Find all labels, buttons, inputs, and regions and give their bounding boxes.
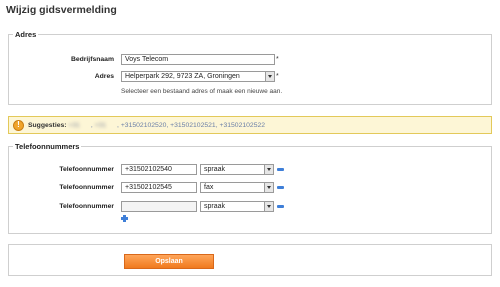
address-required-mark: * [276,73,279,80]
phone-number-input-2[interactable]: +31502102545 [121,182,197,193]
company-required-mark: * [276,56,279,63]
address-select-value: Helperpark 292, 9723 ZA, Groningen [125,73,240,80]
phone-type-select-1[interactable]: spraak [200,164,274,175]
add-phone-icon[interactable] [121,215,128,222]
suggestions-bar: Suggesties: +31 , +31 , +31502102520, +3… [8,116,492,134]
suggestion-blurred-2[interactable]: +31 [95,122,117,129]
suggestion-numbers[interactable]: +31502102520, +31502102521, +31502102522 [121,122,265,129]
phone-label-3: Telefoonnummer [59,203,114,210]
phone-label-2: Telefoonnummer [59,184,114,191]
phone-legend: Telefoonnummers [15,142,80,151]
company-name-input[interactable]: Voys Telecom [121,54,275,65]
company-name-label: Bedrijfsnaam [70,56,114,63]
address-legend: Adres [15,30,37,39]
remove-phone-icon[interactable] [277,186,284,189]
page-title: Wijzig gidsvermelding [6,4,117,16]
address-hint: Selecteer een bestaand adres of maak een… [121,88,283,95]
save-button[interactable]: Opslaan [124,254,214,269]
phone-type-select-2[interactable]: fax [200,182,274,193]
phone-number-input-3[interactable] [121,201,197,212]
chevron-down-icon[interactable] [264,165,273,174]
suggestion-blurred-1[interactable]: +31 [68,122,90,129]
phone-type-select-3[interactable]: spraak [200,201,274,212]
warning-icon [13,120,24,131]
remove-phone-icon[interactable] [277,205,284,208]
phone-number-input-1[interactable]: +31502102540 [121,164,197,175]
phone-label-1: Telefoonnummer [59,166,114,173]
address-label: Adres [94,73,114,80]
address-select[interactable]: Helperpark 292, 9723 ZA, Groningen [121,71,275,82]
phone-type-value-2: fax [204,184,214,191]
suggestions-label: Suggesties: [28,122,67,129]
phone-type-value-1: spraak [204,166,226,173]
action-bar: Opslaan [8,244,492,276]
chevron-down-icon[interactable] [264,183,273,192]
phone-type-value-3: spraak [204,203,226,210]
remove-phone-icon[interactable] [277,168,284,171]
chevron-down-icon[interactable] [265,72,274,81]
chevron-down-icon[interactable] [264,202,273,211]
